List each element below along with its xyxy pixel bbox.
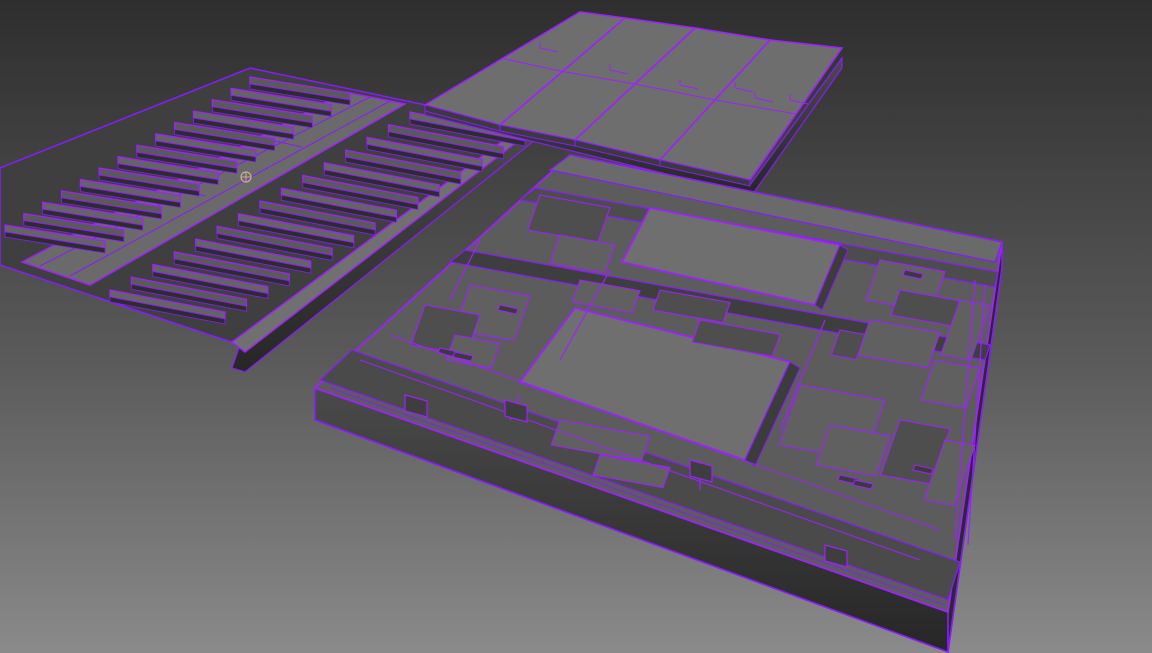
pivot-gizmo[interactable]: [240, 171, 252, 183]
viewport-scene[interactable]: [0, 0, 1152, 653]
3d-viewport[interactable]: [0, 0, 1152, 653]
